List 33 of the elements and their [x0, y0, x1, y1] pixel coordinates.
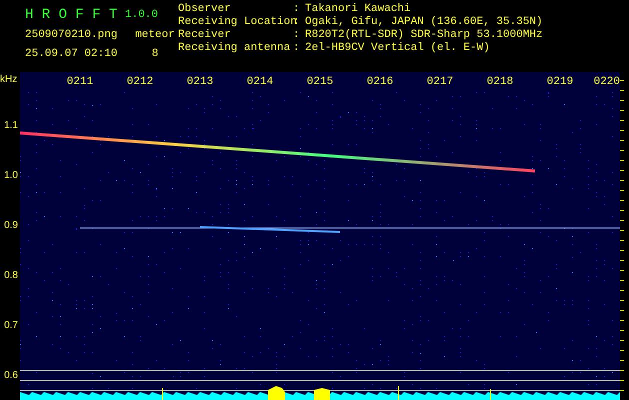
axis-unit: kHz: [0, 74, 18, 85]
y-axis-label: 1.1: [4, 120, 18, 130]
timestamp-label: 25.09.07 02:10: [25, 48, 118, 60]
x-axis-label: 0216: [366, 76, 394, 88]
info-separator: :: [293, 29, 301, 42]
count-label: 8: [152, 48, 158, 60]
info-value: R820T2(RTL-SDR) SDR-Sharp 53.1000MHz: [305, 29, 543, 42]
y-axis-label: 0.7: [4, 320, 18, 330]
app-title: H R O F F T: [25, 6, 118, 24]
info-separator: :: [293, 3, 301, 16]
info-value: Ogaki, Gifu, JAPAN (136.60E, 35.35N): [305, 16, 543, 29]
x-axis-label: 0219: [546, 76, 574, 88]
filename-label: 2509070210.png: [25, 29, 118, 41]
version-label: 1.0.0: [125, 9, 160, 21]
y-axis-label: 1.0: [4, 170, 18, 180]
x-axis-label: 0214: [246, 76, 274, 88]
x-axis-label: 0217: [426, 76, 454, 88]
x-axis-label: 0215: [306, 76, 334, 88]
info-label: Receiving antenna: [178, 42, 292, 55]
info-label: Observer: [178, 3, 232, 16]
x-axis-label: 0220: [594, 76, 620, 88]
x-axis-label: 0212: [126, 76, 154, 88]
info-value: 2el-HB9CV Vertical (el. E-W): [305, 42, 491, 55]
info-value: Takanori Kawachi: [305, 3, 412, 16]
y-axis-label: 0.6: [4, 370, 18, 380]
y-axis-label: 0.8: [4, 270, 18, 280]
x-axis-label: 0213: [186, 76, 214, 88]
info-label: Receiver: [178, 29, 232, 42]
info-separator: :: [293, 42, 301, 55]
x-axis-label: 0211: [66, 76, 94, 88]
mode-label: meteor: [135, 29, 175, 41]
y-axis-label: 0.9: [4, 220, 18, 230]
x-axis-label: 0218: [486, 76, 514, 88]
